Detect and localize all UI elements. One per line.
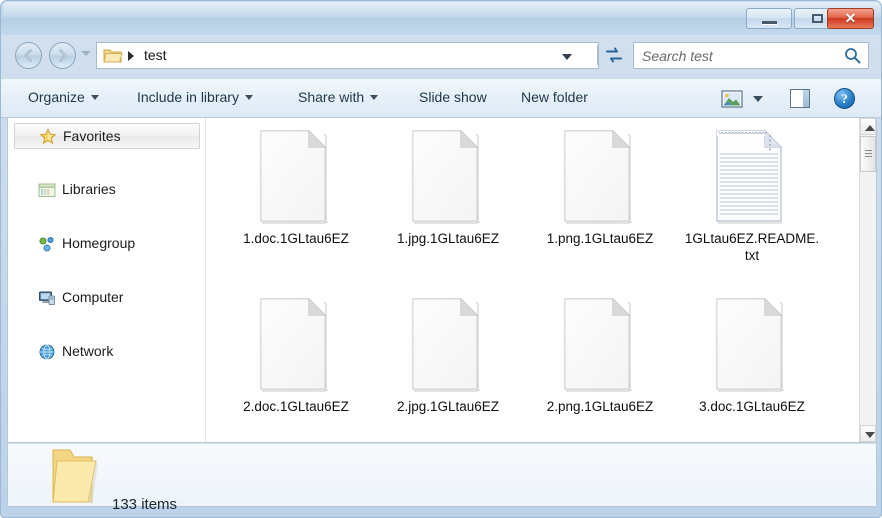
- chevron-down-icon: [370, 95, 379, 100]
- chevron-down-icon: [244, 95, 253, 100]
- navigation-pane: Favorites Libraries Homegroup Computer Netwo…: [8, 118, 206, 442]
- sidebar-item-label: Libraries: [62, 181, 116, 197]
- sidebar-item-label: Homegroup: [62, 235, 136, 251]
- file-item[interactable]: 1.png.1GLtau6EZ: [524, 122, 676, 247]
- file-item[interactable]: 3.doc.1GLtau6EZ: [676, 290, 828, 415]
- preview-pane-icon: [803, 90, 809, 107]
- slide-show-button[interactable]: Slide show: [419, 89, 487, 105]
- navigation-row: test: [1, 35, 881, 77]
- blank-file-icon: [372, 122, 524, 230]
- change-view-icon[interactable]: [721, 90, 743, 108]
- sidebar-item-network[interactable]: Network: [14, 339, 200, 365]
- search-input[interactable]: [642, 43, 832, 68]
- toolbar: Organize Include in library Share with S…: [1, 78, 881, 118]
- status-bar: 133 items: [7, 443, 877, 513]
- back-button[interactable]: [15, 42, 42, 69]
- close-icon: ✕: [844, 10, 857, 26]
- file-name-label: 1GLtau6EZ.README.txt: [684, 231, 820, 263]
- vertical-scrollbar[interactable]: [859, 118, 876, 442]
- text-file-icon: [676, 122, 828, 230]
- scroll-down-button[interactable]: [860, 425, 876, 442]
- blank-file-icon: [676, 290, 828, 398]
- help-button[interactable]: ?: [834, 88, 855, 109]
- recent-pages-chevron-down-icon[interactable]: [81, 51, 91, 56]
- chevron-down-icon: [90, 95, 99, 100]
- address-dropdown-icon[interactable]: [562, 54, 572, 60]
- file-item[interactable]: 2.png.1GLtau6EZ: [524, 290, 676, 415]
- sidebar-item-favorites[interactable]: Favorites: [14, 123, 200, 149]
- folder-icon: [103, 49, 123, 63]
- folder-icon: [52, 449, 98, 504]
- homegroup-icon: [38, 235, 56, 253]
- minimize-button[interactable]: [746, 8, 792, 29]
- forward-button[interactable]: [49, 42, 76, 69]
- chevron-down-icon: [865, 432, 875, 438]
- maximize-icon: [812, 14, 823, 23]
- preview-pane-toggle[interactable]: [790, 89, 810, 108]
- blank-file-icon: [220, 122, 372, 230]
- blank-file-icon: [524, 122, 676, 230]
- search-box[interactable]: [633, 42, 869, 69]
- file-item[interactable]: 1.doc.1GLtau6EZ: [220, 122, 372, 247]
- back-arrow-icon: [24, 49, 32, 62]
- new-folder-button[interactable]: New folder: [521, 89, 588, 105]
- file-item[interactable]: 1.jpg.1GLtau6EZ: [372, 122, 524, 247]
- chevron-up-icon: [865, 125, 875, 131]
- share-with-label: Share with: [298, 89, 365, 105]
- file-item[interactable]: 1GLtau6EZ.README.txt: [676, 122, 828, 264]
- explorer-body: Favorites Libraries Homegroup Computer Netwo…: [7, 118, 877, 443]
- title-bar: ✕: [1, 1, 881, 35]
- organize-menu[interactable]: Organize: [28, 89, 99, 105]
- sidebar-item-label: Computer: [62, 289, 124, 305]
- share-with-menu[interactable]: Share with: [298, 89, 379, 105]
- file-item[interactable]: 2.doc.1GLtau6EZ: [220, 290, 372, 415]
- explorer-window: ✕ test Search test Organize Include in l…: [0, 0, 882, 518]
- view-options-chevron-down-icon[interactable]: [753, 96, 763, 102]
- minimize-icon: [762, 21, 777, 25]
- close-button[interactable]: ✕: [827, 8, 874, 29]
- sidebar-item-label: Network: [62, 343, 114, 359]
- computer-icon: [38, 289, 56, 307]
- search-icon[interactable]: [844, 47, 861, 64]
- organize-label: Organize: [28, 89, 85, 105]
- blank-file-icon: [524, 290, 676, 398]
- file-list-view[interactable]: 1.doc.1GLtau6EZ 1.jpg.1GLtau6EZ 1.png.1GLt…: [206, 118, 876, 442]
- include-in-library-menu[interactable]: Include in library: [137, 89, 253, 105]
- forward-arrow-icon: [59, 49, 67, 62]
- star-icon: [39, 128, 57, 146]
- sidebar-item-homegroup[interactable]: Homegroup: [14, 231, 200, 257]
- include-in-library-label: Include in library: [137, 89, 239, 105]
- address-divider: [597, 45, 598, 65]
- refresh-icon[interactable]: [603, 45, 625, 65]
- scroll-up-button[interactable]: [860, 118, 876, 135]
- help-icon: ?: [841, 91, 848, 106]
- breadcrumb-chevron-icon[interactable]: [128, 51, 134, 61]
- scrollbar-thumb[interactable]: [860, 136, 876, 172]
- item-count-label: 133 items: [112, 496, 178, 513]
- breadcrumb-path[interactable]: test: [144, 47, 167, 63]
- libraries-icon: [38, 181, 56, 199]
- address-bar[interactable]: test: [96, 42, 599, 69]
- blank-file-icon: [372, 290, 524, 398]
- file-item[interactable]: 2.jpg.1GLtau6EZ: [372, 290, 524, 415]
- network-icon: [38, 343, 56, 361]
- scrollbar-grip-icon: [865, 150, 872, 158]
- sidebar-item-computer[interactable]: Computer: [14, 285, 200, 311]
- sidebar-item-libraries[interactable]: Libraries: [14, 177, 200, 203]
- blank-file-icon: [220, 290, 372, 398]
- sidebar-item-label: Favorites: [63, 128, 121, 144]
